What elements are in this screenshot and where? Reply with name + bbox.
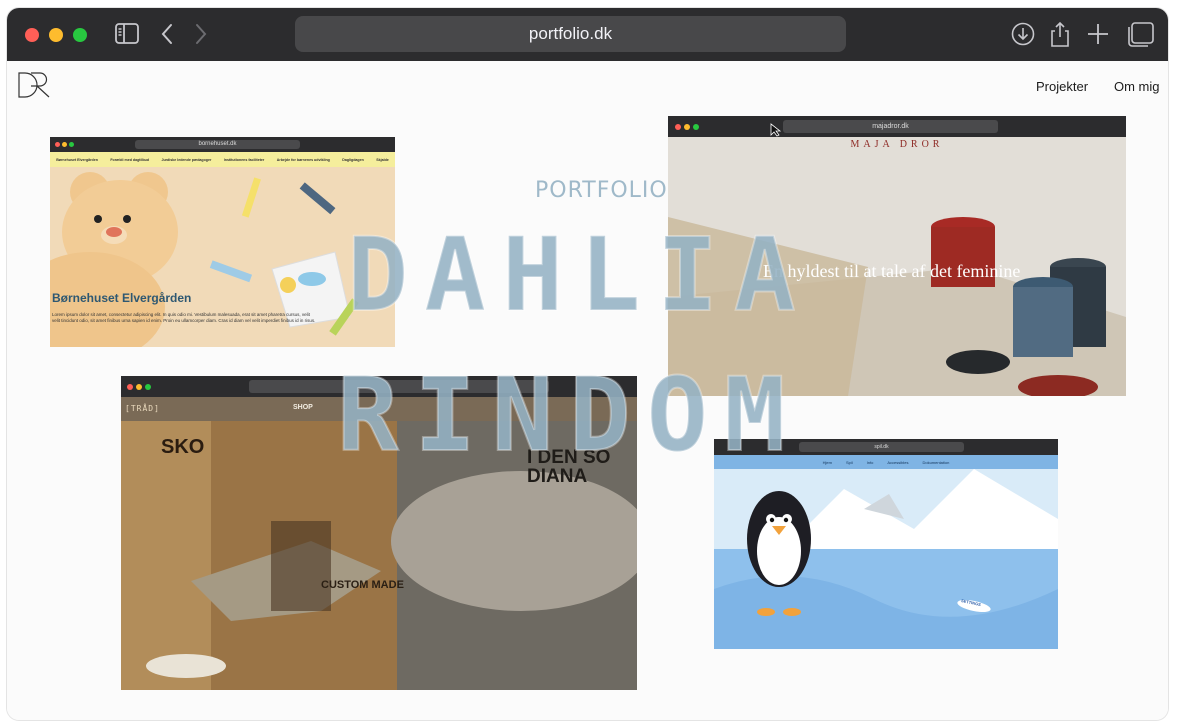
hero-label: PORTFOLIO: [535, 178, 668, 203]
majadror-tagline: En hyldest til at tale af det feminine: [763, 261, 1021, 281]
majadror-url: majadror.dk: [783, 120, 998, 133]
bornehuset-url: bornehuset.dk: [135, 140, 300, 149]
mouse-cursor-icon: [770, 123, 782, 137]
address-bar[interactable]: portfolio.dk: [295, 16, 846, 52]
sidebar-toggle-icon[interactable]: [114, 21, 140, 47]
browser-toolbar: portfolio.dk: [7, 8, 1168, 61]
forward-icon[interactable]: [192, 21, 210, 47]
traad-brand: [TRÅD]: [125, 404, 160, 413]
penguin-game-illustration: [714, 469, 1058, 649]
traad-sign-text: CUSTOM MADE: [321, 579, 404, 591]
share-icon[interactable]: [1047, 21, 1073, 47]
download-icon[interactable]: [1010, 21, 1036, 47]
majadror-brand: MAJA DROR: [850, 139, 944, 150]
traad-shop-link: SHOP: [293, 404, 313, 411]
address-bar-url: portfolio.dk: [528, 24, 613, 43]
dr-monogram-icon: [18, 72, 50, 98]
minimize-window-button[interactable]: [49, 28, 63, 42]
bornehuset-menu: Børnehuset Elvergården Forældi med dagti…: [50, 152, 395, 167]
hero-name-first: DAHLIA: [346, 216, 812, 335]
portfolio-page: DR Projekter Om mig bornehuset.dk Børneh…: [7, 61, 1168, 720]
bornehuset-title: Børnehuset Elvergården: [52, 291, 192, 305]
traad-poster-text: SKO: [161, 436, 205, 458]
spil-url: spil.dk: [799, 442, 964, 452]
project-bornehuset-screenshot[interactable]: bornehuset.dk Børnehuset Elvergården For…: [50, 137, 395, 347]
hero-name-last: RINDOM: [336, 356, 802, 475]
back-icon[interactable]: [159, 21, 177, 47]
close-window-button[interactable]: [25, 28, 39, 42]
bornehuset-body: Lorem ipsum dolor sit amet, consectetur …: [52, 312, 316, 323]
zoom-window-button[interactable]: [73, 28, 87, 42]
nav-om-mig[interactable]: Om mig: [1114, 79, 1160, 94]
new-tab-icon[interactable]: [1085, 21, 1111, 47]
nav-projekter[interactable]: Projekter: [1036, 79, 1088, 94]
tab-overview-icon[interactable]: [1125, 21, 1155, 47]
logo[interactable]: DR: [17, 71, 51, 104]
browser-window: portfolio.dk DR Projekter Om mig b: [7, 8, 1168, 720]
